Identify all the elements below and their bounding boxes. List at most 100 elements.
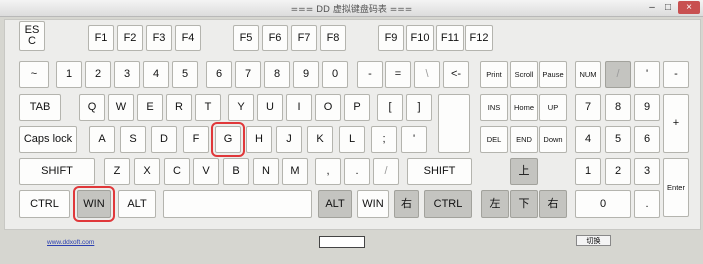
key-left-bracket[interactable]: [: [377, 94, 403, 121]
key-9[interactable]: 9: [293, 61, 319, 88]
key-o[interactable]: O: [315, 94, 341, 121]
key-num-4[interactable]: 4: [575, 126, 601, 153]
key-3[interactable]: 3: [114, 61, 140, 88]
key-f10[interactable]: F10: [406, 25, 434, 51]
key-j[interactable]: J: [276, 126, 302, 153]
key-y[interactable]: Y: [228, 94, 254, 121]
key-right-win[interactable]: WIN: [357, 190, 389, 218]
minimize-button[interactable]: –: [645, 1, 659, 14]
key-num-9[interactable]: 9: [634, 94, 660, 121]
key-d[interactable]: D: [151, 126, 177, 153]
key-f12[interactable]: F12: [465, 25, 493, 51]
key-f8[interactable]: F8: [320, 25, 346, 51]
key-c[interactable]: C: [164, 158, 190, 185]
key-quote[interactable]: ': [401, 126, 427, 153]
key-s[interactable]: S: [120, 126, 146, 153]
key-equals[interactable]: =: [385, 61, 411, 88]
key-f5[interactable]: F5: [233, 25, 259, 51]
key-end[interactable]: END: [510, 126, 538, 153]
key-arrow-left[interactable]: 左: [481, 190, 509, 218]
key-space[interactable]: [163, 190, 312, 218]
key-num-8[interactable]: 8: [605, 94, 631, 121]
key-left-shift[interactable]: SHIFT: [19, 158, 95, 185]
key-num-6[interactable]: 6: [634, 126, 660, 153]
close-button[interactable]: ×: [678, 1, 700, 14]
key-g[interactable]: G: [211, 122, 245, 157]
key-caps-lock[interactable]: Caps lock: [19, 126, 77, 153]
key-minus[interactable]: -: [357, 61, 383, 88]
key-1[interactable]: 1: [56, 61, 82, 88]
key-backspace[interactable]: <-: [443, 61, 469, 88]
maximize-button[interactable]: □: [661, 1, 675, 14]
key-num-1[interactable]: 1: [575, 158, 601, 185]
key-num-enter[interactable]: Enter: [663, 158, 689, 217]
key-enter[interactable]: [438, 94, 470, 153]
key-left-alt[interactable]: ALT: [118, 190, 156, 218]
key-num-7[interactable]: 7: [575, 94, 601, 121]
key-6[interactable]: 6: [206, 61, 232, 88]
key-0[interactable]: 0: [322, 61, 348, 88]
key-r[interactable]: R: [166, 94, 192, 121]
key-home[interactable]: Home: [510, 94, 538, 121]
key-f11[interactable]: F11: [436, 25, 464, 51]
key-t[interactable]: T: [195, 94, 221, 121]
key-num-dot[interactable]: .: [634, 190, 660, 218]
key-f4[interactable]: F4: [175, 25, 201, 51]
key-x[interactable]: X: [134, 158, 160, 185]
key-f9[interactable]: F9: [378, 25, 404, 51]
key-k[interactable]: K: [307, 126, 333, 153]
key-slash[interactable]: /: [373, 158, 399, 185]
key-2[interactable]: 2: [85, 61, 111, 88]
key-v[interactable]: V: [193, 158, 219, 185]
key-l[interactable]: L: [339, 126, 365, 153]
key-period[interactable]: .: [344, 158, 370, 185]
key-5[interactable]: 5: [172, 61, 198, 88]
key-page-up[interactable]: UP: [539, 94, 567, 121]
key-4[interactable]: 4: [143, 61, 169, 88]
key-arrow-up[interactable]: 上: [510, 158, 538, 185]
key-num-2[interactable]: 2: [605, 158, 631, 185]
key-p[interactable]: P: [344, 94, 370, 121]
switch-button[interactable]: 切换: [576, 235, 611, 246]
key-esc[interactable]: ES C: [19, 21, 45, 51]
key-w[interactable]: W: [108, 94, 134, 121]
key-pause[interactable]: Pause: [539, 61, 567, 88]
key-tilde[interactable]: ~: [19, 61, 49, 88]
key-b[interactable]: B: [223, 158, 249, 185]
key-ins[interactable]: INS: [480, 94, 508, 121]
key-page-down[interactable]: Down: [539, 126, 567, 153]
key-u[interactable]: U: [257, 94, 283, 121]
key-f[interactable]: F: [183, 126, 209, 153]
key-semicolon[interactable]: ;: [371, 126, 397, 153]
key-right-shift[interactable]: SHIFT: [407, 158, 472, 185]
key-f7[interactable]: F7: [291, 25, 317, 51]
key-q[interactable]: Q: [79, 94, 105, 121]
key-scroll[interactable]: Scroll: [510, 61, 538, 88]
key-menu[interactable]: 右: [394, 190, 419, 218]
key-8[interactable]: 8: [264, 61, 290, 88]
website-link[interactable]: www.ddxoft.com: [47, 239, 94, 246]
key-m[interactable]: M: [282, 158, 308, 185]
key-f6[interactable]: F6: [262, 25, 288, 51]
key-right-ctrl[interactable]: CTRL: [424, 190, 472, 218]
key-f3[interactable]: F3: [146, 25, 172, 51]
key-left-ctrl[interactable]: CTRL: [19, 190, 70, 218]
key-del[interactable]: DEL: [480, 126, 508, 153]
key-right-bracket[interactable]: ]: [406, 94, 432, 121]
key-a[interactable]: A: [89, 126, 115, 153]
key-print[interactable]: Print: [480, 61, 508, 88]
key-i[interactable]: I: [286, 94, 312, 121]
key-numlock[interactable]: NUM: [575, 61, 601, 88]
key-num-0[interactable]: 0: [575, 190, 631, 218]
key-h[interactable]: H: [246, 126, 272, 153]
key-backslash[interactable]: \: [414, 61, 440, 88]
key-7[interactable]: 7: [235, 61, 261, 88]
key-num-star[interactable]: ': [634, 61, 660, 88]
key-num-3[interactable]: 3: [634, 158, 660, 185]
key-num-slash[interactable]: /: [605, 61, 631, 88]
key-num-minus[interactable]: -: [663, 61, 689, 88]
key-e[interactable]: E: [137, 94, 163, 121]
key-right-alt[interactable]: ALT: [318, 190, 352, 218]
key-arrow-right[interactable]: 右: [539, 190, 567, 218]
key-n[interactable]: N: [253, 158, 279, 185]
